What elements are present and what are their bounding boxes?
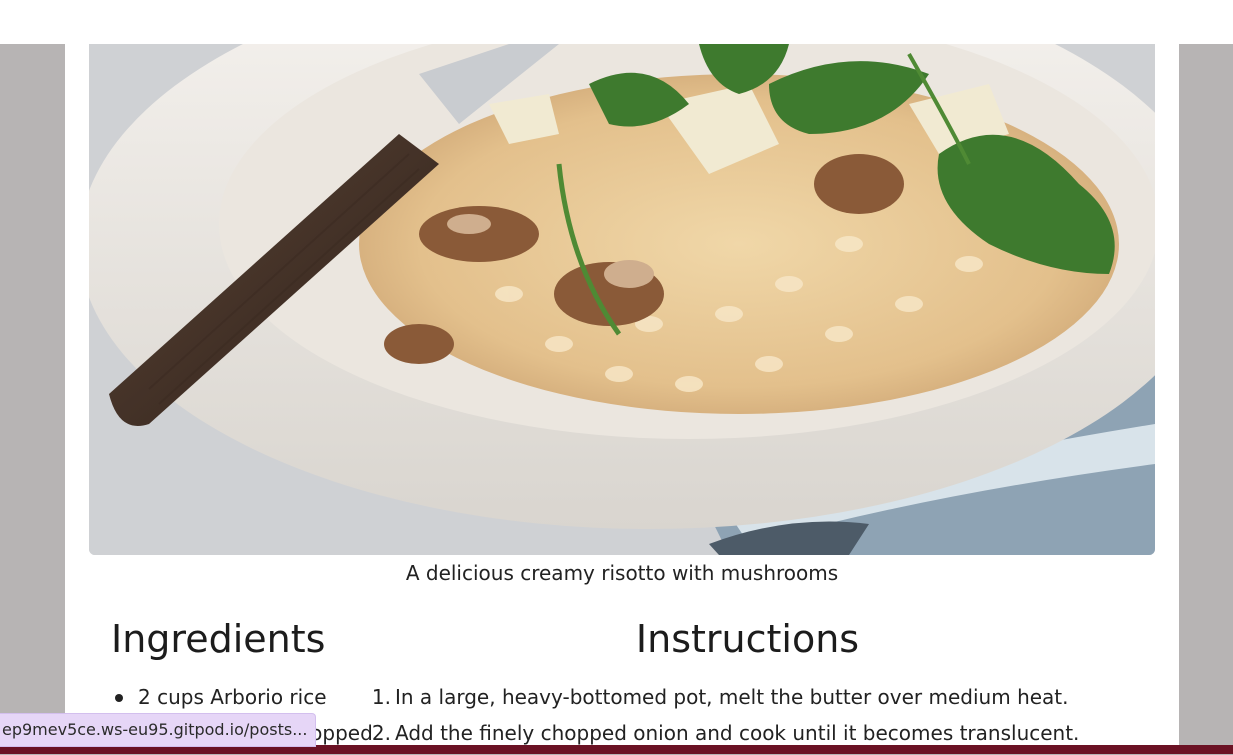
image-caption: A delicious creamy risotto with mushroom… <box>405 561 839 585</box>
step-number: 2. <box>371 721 391 745</box>
step-number: 1. <box>371 685 391 709</box>
step-text: In a large, heavy-bottomed pot, melt the… <box>395 685 1069 709</box>
ingredients-heading: Ingredients <box>111 617 326 661</box>
step-text: Add the finely chopped onion and cook un… <box>395 721 1080 745</box>
recipe-page: A delicious creamy risotto with mushroom… <box>65 0 1179 754</box>
risotto-photo <box>89 44 1155 555</box>
instruction-step: 1. In a large, heavy-bottomed pot, melt t… <box>365 683 1079 719</box>
instructions-heading: Instructions <box>635 617 860 661</box>
link-status-url: ep9mev5ce.ws-eu95.gitpod.io/posts... <box>0 713 317 747</box>
